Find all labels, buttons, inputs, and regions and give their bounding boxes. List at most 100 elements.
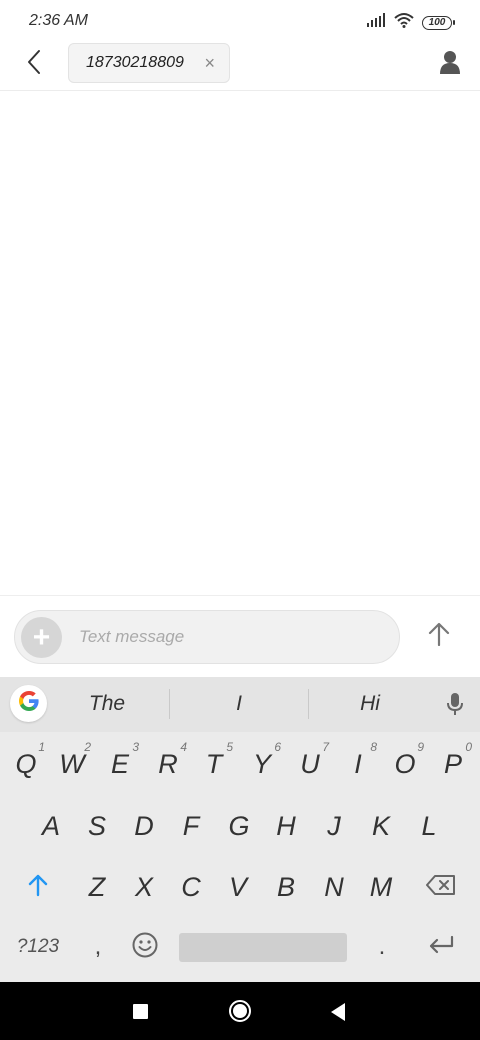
- key-label: K: [371, 810, 390, 841]
- key-hint: 4: [180, 740, 187, 754]
- key-w[interactable]: W2: [49, 736, 95, 792]
- key-label: P: [443, 748, 462, 779]
- key-label: V: [228, 871, 247, 902]
- key-f[interactable]: F: [168, 798, 214, 854]
- key-hint: 6: [274, 740, 281, 754]
- conversation-area: [0, 92, 480, 595]
- key-p[interactable]: P0: [430, 736, 476, 792]
- suggestion-bar: The I Hi: [0, 677, 480, 732]
- suggestion-3[interactable]: Hi: [320, 692, 420, 716]
- add-attachment-button[interactable]: +: [21, 617, 62, 658]
- compose-bar: +: [0, 595, 480, 677]
- key-label: I: [354, 748, 362, 779]
- back-triangle-icon[interactable]: [331, 1003, 345, 1021]
- key-e[interactable]: E3: [97, 736, 143, 792]
- suggestion-1[interactable]: The: [57, 692, 157, 716]
- key-label: W: [59, 748, 85, 779]
- key-m[interactable]: M: [358, 859, 404, 915]
- status-icons: 100: [366, 12, 455, 33]
- key-hint: 0: [465, 740, 472, 754]
- recipient-chip[interactable]: 18730218809 ×: [68, 43, 230, 83]
- key-label: R: [158, 748, 178, 779]
- key-t[interactable]: T5: [191, 736, 237, 792]
- key-k[interactable]: K: [358, 798, 404, 854]
- key-label: Z: [88, 871, 106, 902]
- google-button[interactable]: [10, 685, 47, 722]
- key-label: S: [87, 810, 106, 841]
- key-v[interactable]: V: [215, 859, 261, 915]
- suggestion-2[interactable]: I: [189, 692, 289, 716]
- key-q[interactable]: Q1: [3, 736, 49, 792]
- key-label: B: [276, 871, 295, 902]
- shift-key[interactable]: [10, 859, 66, 915]
- key-label: N: [324, 871, 344, 902]
- key-c[interactable]: C: [168, 859, 214, 915]
- key-x[interactable]: X: [121, 859, 167, 915]
- system-nav-bar: [0, 982, 480, 1040]
- home-icon[interactable]: [229, 1000, 251, 1022]
- google-icon: [17, 689, 41, 718]
- key-label: A: [41, 810, 60, 841]
- enter-key[interactable]: [416, 919, 466, 975]
- key-label: C: [181, 871, 201, 902]
- emoji-key[interactable]: [122, 919, 168, 975]
- compose-field: +: [14, 610, 400, 664]
- key-hint: 7: [322, 740, 329, 754]
- key-y[interactable]: Y6: [239, 736, 285, 792]
- wifi-icon: [394, 12, 414, 33]
- back-button[interactable]: [18, 48, 50, 80]
- space-key[interactable]: [179, 933, 347, 962]
- emoji-icon: [132, 932, 158, 963]
- conversation-header: 18730218809 ×: [0, 38, 480, 91]
- key-g[interactable]: G: [216, 798, 262, 854]
- message-input[interactable]: [79, 611, 379, 663]
- key-l[interactable]: L: [406, 798, 452, 854]
- enter-icon: [428, 935, 454, 960]
- comma-key[interactable]: ,: [76, 919, 120, 975]
- shift-icon: [27, 873, 49, 902]
- recents-icon[interactable]: [133, 1004, 148, 1019]
- key-i[interactable]: I8: [335, 736, 381, 792]
- key-a[interactable]: A: [28, 798, 74, 854]
- key-label: Q: [15, 748, 37, 779]
- key-u[interactable]: U7: [287, 736, 333, 792]
- back-icon: [26, 49, 42, 80]
- send-arrow-icon: [428, 622, 450, 651]
- key-n[interactable]: N: [311, 859, 357, 915]
- signal-icon: [366, 13, 386, 32]
- key-label: D: [134, 810, 154, 841]
- key-h[interactable]: H: [263, 798, 309, 854]
- backspace-key[interactable]: [413, 859, 469, 915]
- recipient-number: 18730218809: [86, 54, 184, 71]
- key-r[interactable]: R4: [145, 736, 191, 792]
- key-label: M: [369, 871, 393, 902]
- period-key[interactable]: .: [360, 919, 404, 975]
- suggestion-divider: [308, 689, 309, 719]
- mic-button[interactable]: [440, 691, 470, 721]
- key-hint: 2: [84, 740, 91, 754]
- keyboard: The I Hi Q1 W2 E3 R4 T5 Y6 U7 I8 O9 P0 A…: [0, 677, 480, 982]
- status-time: 2:36 AM: [29, 12, 88, 29]
- key-label: J: [327, 810, 341, 841]
- close-icon[interactable]: ×: [204, 54, 215, 72]
- send-button[interactable]: [421, 618, 457, 654]
- key-d[interactable]: D: [121, 798, 167, 854]
- contact-button[interactable]: [434, 48, 466, 80]
- key-hint: 5: [226, 740, 233, 754]
- suggestion-divider: [169, 689, 170, 719]
- key-label: O: [394, 748, 416, 779]
- key-b[interactable]: B: [263, 859, 309, 915]
- key-hint: 3: [132, 740, 139, 754]
- symbols-key[interactable]: ?123: [8, 919, 68, 975]
- key-s[interactable]: S: [74, 798, 120, 854]
- key-label: L: [421, 810, 437, 841]
- key-hint: 8: [370, 740, 377, 754]
- home-icon-inner: [233, 1004, 247, 1018]
- mic-icon: [447, 692, 463, 721]
- key-label: E: [110, 748, 129, 779]
- key-label: G: [228, 810, 250, 841]
- key-j[interactable]: J: [311, 798, 357, 854]
- key-label: U: [300, 748, 320, 779]
- key-z[interactable]: Z: [74, 859, 120, 915]
- key-o[interactable]: O9: [382, 736, 428, 792]
